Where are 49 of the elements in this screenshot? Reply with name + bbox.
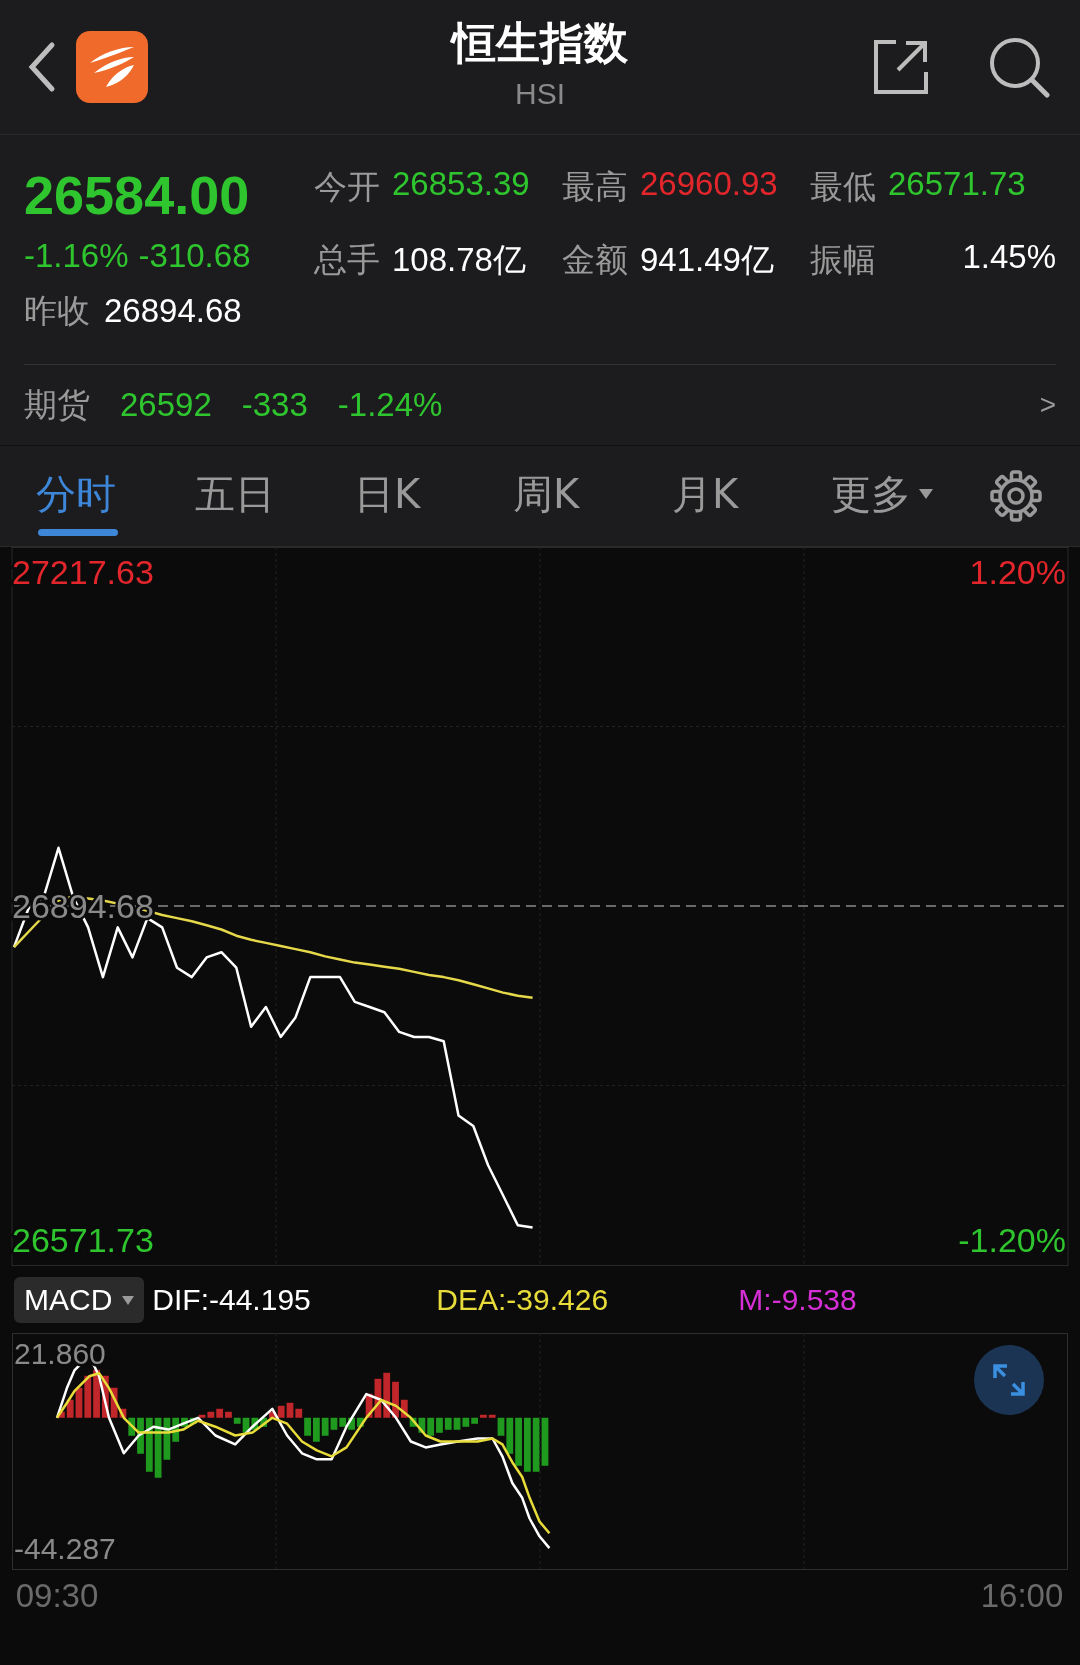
futures-row[interactable]: 期货 26592 -333 -1.24% > — [24, 365, 1056, 445]
axis-label: 26571.73 — [12, 1221, 154, 1260]
share-icon[interactable] — [872, 38, 930, 96]
period-tab[interactable]: 更多 — [831, 456, 990, 536]
period-tab[interactable]: 月K — [672, 456, 831, 536]
app-logo — [76, 31, 148, 103]
page-subtitle: HSI — [515, 77, 565, 111]
settings-icon[interactable] — [990, 470, 1042, 522]
indicator-reading: DEA:-39.426 — [436, 1283, 610, 1317]
current-price: 26584.00 — [24, 164, 250, 227]
change-percent: -1.16% — [24, 237, 129, 275]
stat-label: 今开 — [314, 167, 380, 207]
search-icon[interactable] — [988, 36, 1050, 98]
period-tab[interactable]: 周K — [513, 456, 672, 536]
stat-value: 26960.93 — [640, 165, 778, 204]
stat-value: 108.78亿 — [392, 240, 526, 280]
futures-price: 26592 — [120, 386, 212, 424]
stat-value: 26853.39 — [392, 165, 530, 204]
percent-label: 1.20% — [969, 553, 1066, 591]
time-label: 09:30 — [15, 1577, 99, 1614]
axis-label: -44.287 — [14, 1532, 116, 1566]
page-title: 恒生指数 — [452, 17, 628, 69]
period-tab[interactable]: 分时 — [36, 456, 195, 536]
stat-label: 总手 — [314, 240, 380, 280]
period-tab[interactable]: 五日 — [195, 456, 354, 536]
indicator-reading: M:-9.538 — [738, 1283, 857, 1317]
stat-label: 最高 — [562, 167, 628, 207]
period-tab[interactable]: 日K — [354, 456, 513, 536]
indicator-dropdown[interactable]: MACD — [14, 1277, 145, 1323]
stat-value: 26894.68 — [104, 292, 242, 330]
axis-label: 27217.63 — [12, 553, 154, 591]
stat-value: 1.45% — [962, 238, 1056, 277]
stat-label: 最低 — [810, 167, 876, 207]
stat-label: 振幅 — [810, 240, 876, 280]
change-value: -310.68 — [138, 237, 251, 275]
caret-icon — [122, 1295, 135, 1305]
stat-value: 941.49亿 — [640, 240, 774, 280]
indicator-reading: DIF:-44.195 — [152, 1283, 312, 1317]
futures-percent: -1.24% — [337, 386, 443, 424]
stat-value: 26571.73 — [888, 165, 1026, 204]
chevron-icon: > — [1039, 389, 1056, 421]
stat-label: 昨收 — [24, 291, 90, 331]
time-label: 16:00 — [980, 1577, 1064, 1614]
stat-label: 金额 — [562, 240, 628, 280]
futures-label: 期货 — [24, 384, 90, 425]
percent-label: -1.20% — [958, 1221, 1066, 1260]
axis-label: 21.860 — [14, 1336, 106, 1370]
futures-change: -333 — [241, 386, 308, 424]
expand-icon — [991, 1362, 1027, 1398]
